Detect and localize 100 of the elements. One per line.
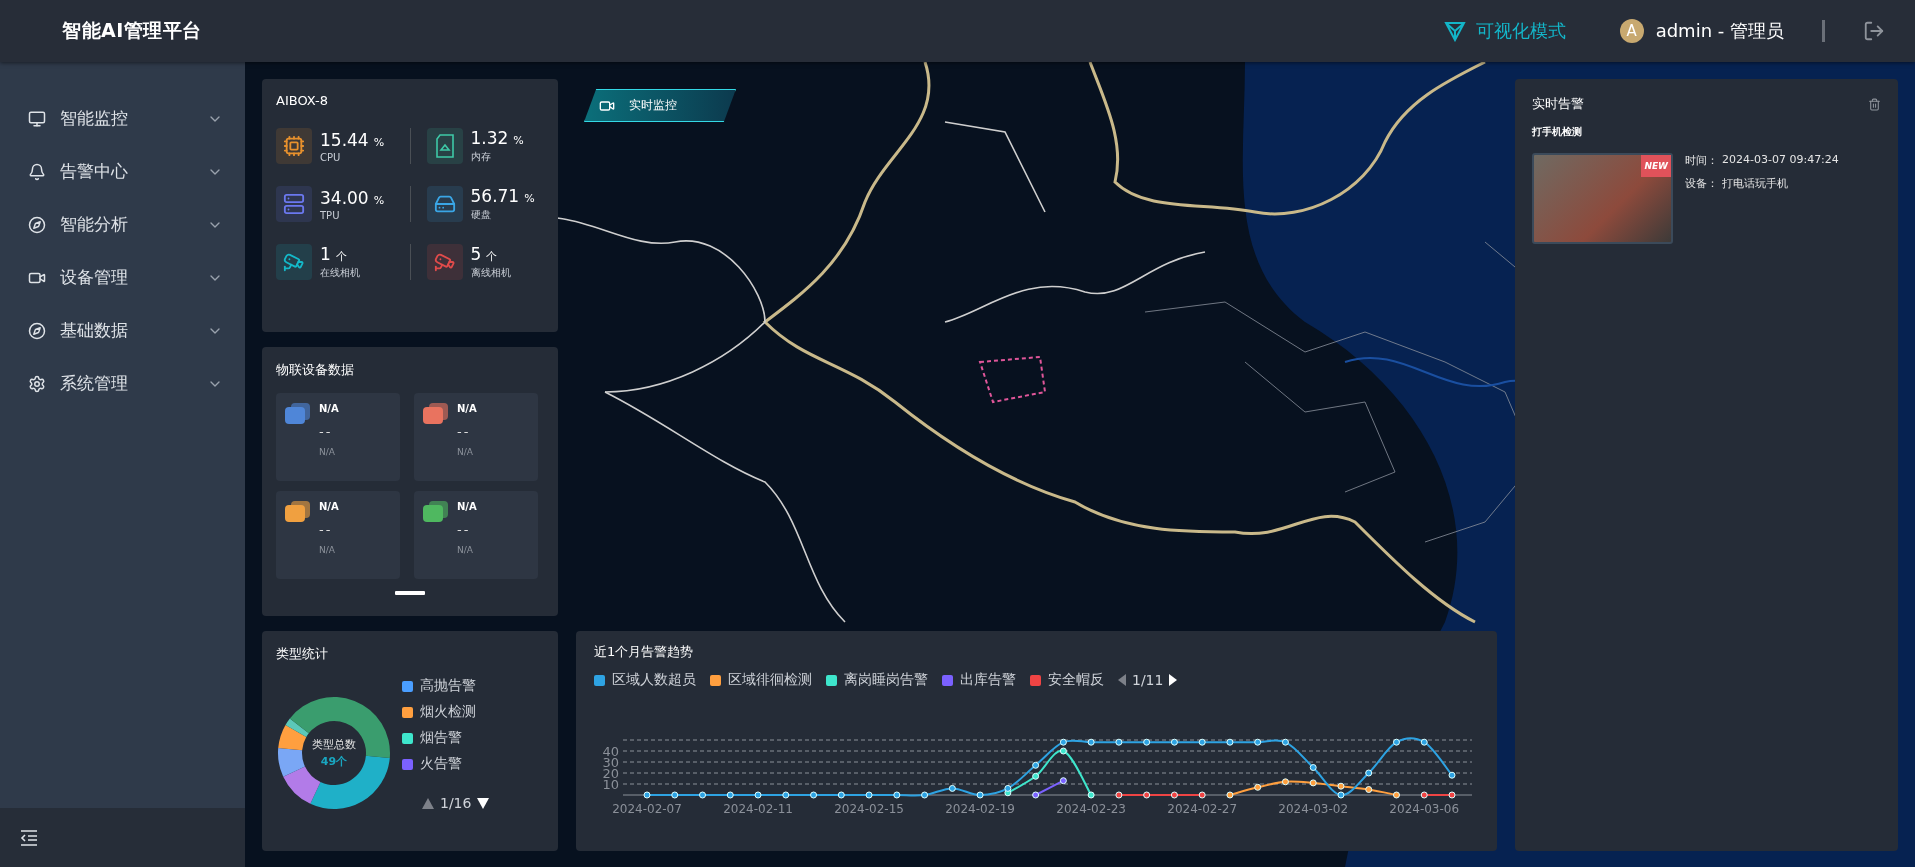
card-title: AIBOX-8 [276, 93, 330, 108]
legend-item[interactable]: 离岗睡岗告警 [826, 671, 928, 689]
point [1392, 791, 1400, 799]
x-tick-label: 2024-02-19 [945, 802, 1015, 816]
compass-icon [28, 215, 46, 234]
point [1198, 738, 1206, 746]
point [921, 791, 929, 799]
legend-item[interactable]: 区域徘徊检测 [710, 671, 812, 689]
tile-subtext: N/A [319, 447, 336, 457]
metric-label: 离线相机 [470, 266, 511, 280]
metric-value: 15.44 % [320, 129, 385, 150]
tile-value: -- [457, 522, 472, 537]
point [782, 791, 790, 799]
metric-label: TPU [320, 209, 341, 221]
tile-value: -- [319, 522, 334, 537]
alarm-type: 打手机检测 [1532, 125, 1583, 139]
new-badge: NEW [1641, 155, 1671, 177]
tile-subtext: N/A [457, 447, 474, 457]
tile-name: N/A [457, 403, 477, 414]
point [1365, 786, 1373, 793]
metric-label: 硬盘 [470, 208, 492, 222]
tile-subtext: N/A [457, 545, 474, 555]
point [976, 791, 984, 799]
point [1032, 772, 1040, 780]
legend-item[interactable]: 安全帽反 [1030, 671, 1104, 689]
device-label: 设备： [1685, 176, 1718, 191]
point [1337, 782, 1345, 790]
bell-icon [28, 162, 46, 181]
x-tick-label: 2024-02-11 [723, 802, 793, 816]
point [1143, 791, 1151, 799]
point [1365, 769, 1373, 777]
tile-name: N/A [319, 403, 339, 414]
point [699, 791, 707, 799]
point [1004, 784, 1012, 792]
metric-value: 1 个 [320, 244, 348, 264]
point [893, 791, 901, 799]
compass-icon [28, 321, 46, 340]
point [1198, 791, 1206, 799]
photo-placeholder[interactable]: NEW [1532, 153, 1673, 244]
point [1032, 791, 1040, 799]
x-tick-label: 2024-02-07 [612, 802, 682, 816]
point [754, 791, 762, 799]
legend-item[interactable]: 烟火检测 [402, 703, 490, 721]
legend-item[interactable]: 火告警 [402, 755, 490, 773]
live-monitor-badge[interactable]: 实时监控 [584, 89, 736, 122]
point [1059, 777, 1067, 785]
point [1392, 738, 1400, 746]
page-counter: 1/16 [440, 795, 472, 811]
point [726, 791, 734, 799]
x-tick-label: 2024-02-15 [834, 802, 904, 816]
time-label: 时间： [1685, 153, 1718, 168]
point [1226, 738, 1234, 746]
sidebar-item[interactable]: 告警中心 [0, 145, 245, 198]
legend-item[interactable]: 高抛告警 [402, 677, 490, 695]
point [1087, 738, 1095, 746]
metric-value: 56.71 % [470, 186, 535, 206]
app-title: 智能AI管理平台 [62, 18, 202, 43]
point [1170, 738, 1178, 746]
monitor-icon [28, 109, 46, 128]
sidebar-item[interactable]: 基础数据 [0, 304, 245, 357]
tile-name: N/A [457, 501, 477, 512]
user-name[interactable]: admin - 管理员 [1655, 19, 1784, 43]
point [1115, 738, 1123, 746]
point [1059, 747, 1067, 755]
metric-value: 1.32 % [470, 128, 524, 148]
card-title: 物联设备数据 [276, 361, 355, 379]
donut-center-label: 类型总数 [312, 737, 356, 752]
point [865, 791, 873, 799]
trash-icon[interactable] [1868, 97, 1881, 111]
metric-label: 内存 [470, 150, 492, 164]
legend-item[interactable]: 烟告警 [402, 729, 490, 747]
logout-button[interactable] [1863, 20, 1885, 42]
x-tick-label: 2024-02-27 [1167, 802, 1238, 816]
card-title: 近1个月告警趋势 [594, 643, 695, 661]
sidebar-item[interactable]: 系统管理 [0, 357, 245, 410]
sidebar-item[interactable]: 智能分析 [0, 198, 245, 251]
point [1281, 738, 1289, 746]
tile-value: -- [319, 424, 334, 439]
next-page-button[interactable] [1169, 674, 1178, 686]
point [1448, 771, 1456, 779]
sidebar-item[interactable]: 智能监控 [0, 92, 245, 145]
point [1337, 791, 1345, 799]
point [1059, 738, 1067, 746]
point [1448, 791, 1456, 799]
point [1032, 761, 1040, 769]
point [1281, 778, 1289, 786]
sidebar-item[interactable]: 设备管理 [0, 251, 245, 304]
donut-center-value: 49个 [320, 754, 348, 769]
visual-mode-link[interactable]: 可视化模式 [1443, 19, 1566, 43]
legend-item[interactable]: 出库告警 [942, 671, 1016, 689]
point [643, 791, 651, 799]
legend-item[interactable]: 区域人数超员 [594, 671, 696, 689]
metric-label: 在线相机 [320, 266, 360, 280]
device-value: 打电话玩手机 [1722, 176, 1788, 191]
x-tick-label: 2024-03-02 [1278, 802, 1349, 816]
time-value: 2024-03-07 09:47:24 [1722, 153, 1839, 168]
collapse-menu-button[interactable] [20, 829, 38, 846]
tile-subtext: N/A [319, 545, 336, 555]
point [1170, 791, 1178, 799]
next-page-button[interactable] [477, 797, 490, 809]
